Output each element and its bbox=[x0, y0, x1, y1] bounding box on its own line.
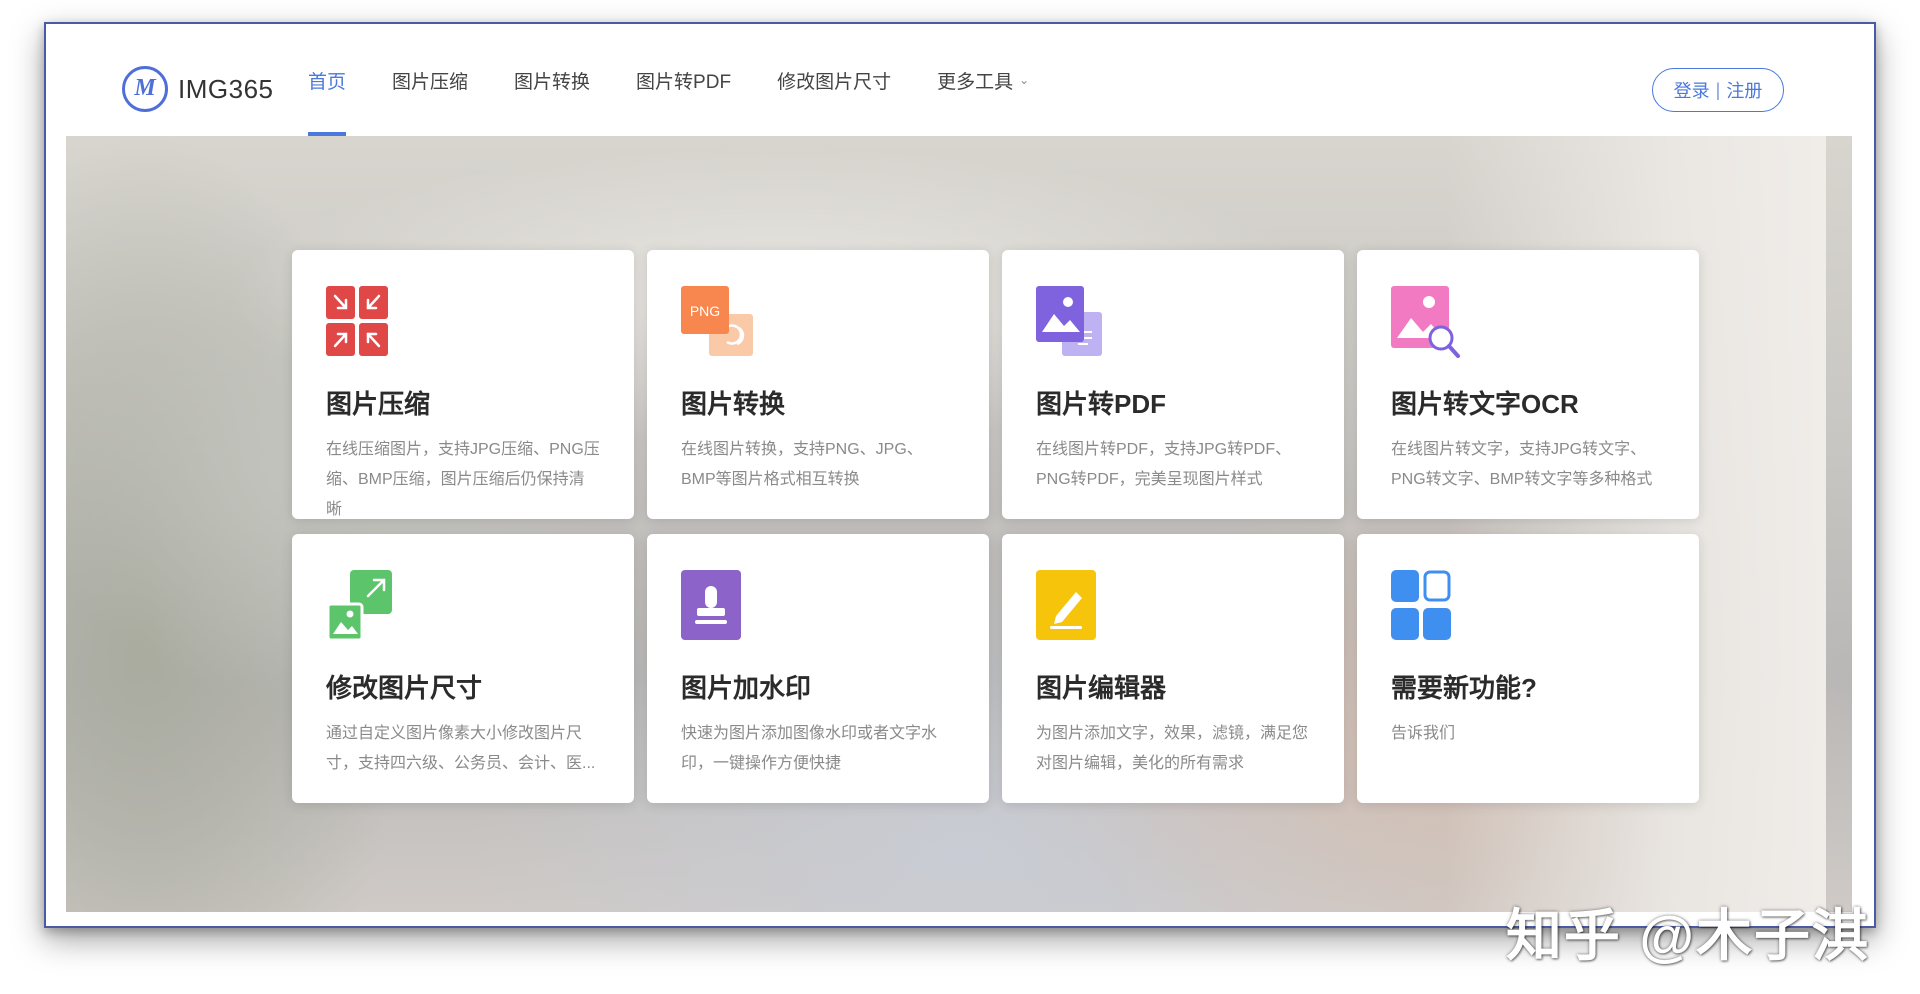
nav-item-compress[interactable]: 图片压缩 bbox=[392, 24, 468, 136]
nav-item-to-pdf[interactable]: 图片转PDF bbox=[636, 24, 731, 136]
png-icon-label: PNG bbox=[690, 303, 720, 319]
tool-card-to-pdf[interactable]: 图片转PDF 在线图片转PDF，支持JPG转PDF、PNG转PDF，完美呈现图片… bbox=[1002, 250, 1344, 519]
compress-icon bbox=[326, 286, 396, 358]
tool-card-compress[interactable]: 图片压缩 在线压缩图片，支持JPG压缩、PNG压缩、BMP压缩，图片压缩后仍保持… bbox=[292, 250, 634, 519]
png-convert-icon: PNG bbox=[681, 286, 753, 358]
card-title: 修改图片尺寸 bbox=[326, 673, 483, 703]
register-link[interactable]: 注册 bbox=[1726, 77, 1762, 103]
logo-text: IMG365 bbox=[178, 73, 274, 104]
tool-card-ocr[interactable]: 图片转文字OCR 在线图片转文字，支持JPG转文字、PNG转文字、BMP转文字等… bbox=[1357, 250, 1699, 519]
card-description: 在线压缩图片，支持JPG压缩、PNG压缩、BMP压缩，图片压缩后仍保持清晰 bbox=[326, 441, 600, 518]
login-register-button[interactable]: 登录 | 注册 bbox=[1652, 68, 1784, 112]
tool-card-request-feature[interactable]: 需要新功能? 告诉我们 bbox=[1357, 534, 1699, 803]
card-title: 需要新功能? bbox=[1391, 673, 1537, 703]
card-description: 在线图片转PDF，支持JPG转PDF、PNG转PDF，完美呈现图片样式 bbox=[1036, 441, 1292, 488]
tool-card-grid: 图片压缩 在线压缩图片，支持JPG压缩、PNG压缩、BMP压缩，图片压缩后仍保持… bbox=[292, 250, 1699, 803]
nav-item-more-tools[interactable]: 更多工具 ⌄ bbox=[937, 24, 1029, 136]
logo-icon: M bbox=[122, 66, 168, 112]
nav-label: 修改图片尺寸 bbox=[777, 71, 892, 93]
image-ocr-icon bbox=[1391, 286, 1461, 358]
nav-item-resize[interactable]: 修改图片尺寸 bbox=[777, 24, 891, 136]
tool-card-editor[interactable]: 图片编辑器 为图片添加文字，效果，滤镜，满足您对图片编辑，美化的所有需求 bbox=[1002, 534, 1344, 803]
browser-frame: M IMG365 首页 图片压缩 图片转换 图片转PDF 修改图片尺寸 更多工具… bbox=[44, 22, 1876, 928]
watermark-stamp-icon bbox=[681, 570, 751, 642]
nav-label: 首页 bbox=[308, 71, 347, 93]
login-link[interactable]: 登录 bbox=[1674, 77, 1710, 103]
nav-item-home[interactable]: 首页 bbox=[308, 24, 347, 136]
card-title: 图片转PDF bbox=[1036, 389, 1167, 419]
nav-label: 图片压缩 bbox=[392, 71, 469, 93]
card-title: 图片加水印 bbox=[681, 673, 812, 703]
logo-mark-letter: M bbox=[134, 74, 156, 101]
nav-label: 更多工具 bbox=[937, 71, 1014, 93]
grid-apps-icon bbox=[1391, 570, 1461, 642]
tool-card-resize[interactable]: 修改图片尺寸 通过自定义图片像素大小修改图片尺寸，支持四六级、公务员、会计、医.… bbox=[292, 534, 634, 803]
tool-card-convert[interactable]: PNG 图片转换 在线图片转换，支持PNG、JPG、BMP等图片格式相互转换 bbox=[647, 250, 989, 519]
card-title: 图片压缩 bbox=[326, 389, 431, 419]
card-title: 图片转文字OCR bbox=[1391, 389, 1579, 419]
site-header: M IMG365 首页 图片压缩 图片转换 图片转PDF 修改图片尺寸 更多工具… bbox=[46, 24, 1874, 136]
nav-label: 图片转换 bbox=[514, 71, 591, 93]
card-description: 快速为图片添加图像水印或者文字水印，一键操作方便快捷 bbox=[681, 725, 938, 772]
card-description: 在线图片转换，支持PNG、JPG、BMP等图片格式相互转换 bbox=[681, 441, 923, 488]
resize-icon bbox=[326, 570, 396, 642]
tool-card-watermark[interactable]: 图片加水印 快速为图片添加图像水印或者文字水印，一键操作方便快捷 bbox=[647, 534, 989, 803]
site-logo[interactable]: M IMG365 bbox=[122, 64, 274, 114]
separator: | bbox=[1715, 79, 1721, 100]
card-description: 为图片添加文字，效果，滤镜，满足您对图片编辑，美化的所有需求 bbox=[1036, 725, 1309, 772]
nav-label: 图片转PDF bbox=[636, 71, 732, 93]
nav-item-convert[interactable]: 图片转换 bbox=[514, 24, 590, 136]
edit-pencil-icon bbox=[1036, 570, 1106, 642]
card-title: 图片编辑器 bbox=[1036, 673, 1167, 703]
card-description: 通过自定义图片像素大小修改图片尺寸，支持四六级、公务员、会计、医... bbox=[326, 725, 596, 772]
card-description: 在线图片转文字，支持JPG转文字、PNG转文字、BMP转文字等多种格式 bbox=[1391, 441, 1653, 488]
hero-background: 图片压缩 在线压缩图片，支持JPG压缩、PNG压缩、BMP压缩，图片压缩后仍保持… bbox=[66, 136, 1852, 912]
main-nav: 首页 图片压缩 图片转换 图片转PDF 修改图片尺寸 更多工具 ⌄ bbox=[308, 24, 1075, 136]
image-to-pdf-icon bbox=[1036, 286, 1106, 358]
chevron-down-icon: ⌄ bbox=[1019, 73, 1030, 87]
zhihu-watermark: 知乎 @木子淇 bbox=[1505, 904, 1870, 967]
card-description: 告诉我们 bbox=[1391, 725, 1456, 742]
card-title: 图片转换 bbox=[681, 389, 786, 419]
